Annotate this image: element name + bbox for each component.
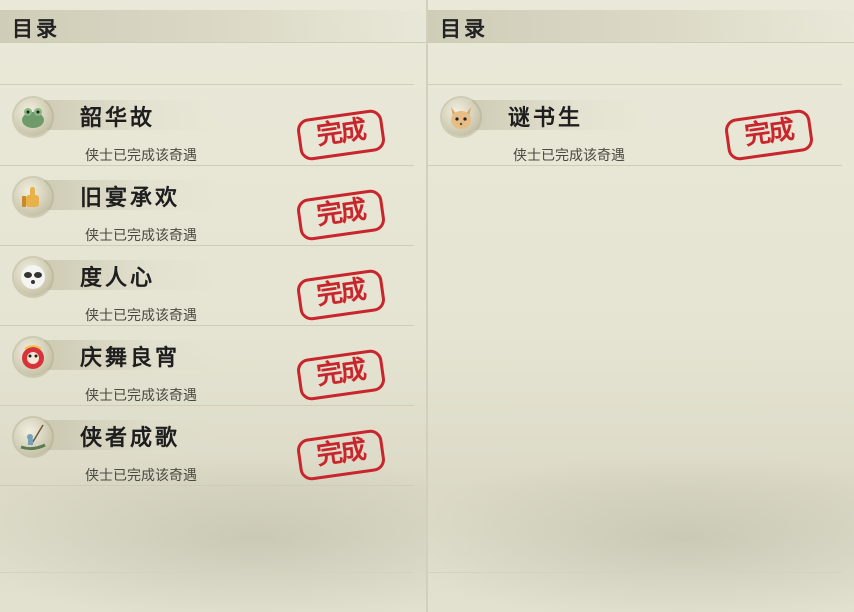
adventure-name: 韶华故 [80,105,156,131]
adventure-name: 度人心 [80,265,156,291]
fishing-hermit-icon [14,418,52,456]
thumbs-up-icon [14,178,52,216]
adventure-status: 侠士已完成该奇遇 [85,228,197,244]
page-header: 目录 [0,10,426,43]
adventure-entry-qingwuliangxiao[interactable]: 庆舞良宵 侠士已完成该奇遇 完成 [0,326,414,406]
left-page: 目录 韶华故 侠士已完成该奇遇 完成 旧宴承欢 侠士已完成该奇遇 完成 度人心 … [0,0,426,612]
adventure-entry-mishusheng[interactable]: 谜书生 侠士已完成该奇遇 完成 [428,86,842,166]
divider [0,572,414,573]
right-page: 目录 谜书生 侠士已完成该奇遇 完成 [428,0,854,612]
completed-stamp: 完成 [295,268,387,322]
completed-stamp: 完成 [295,188,387,242]
jade-frog-icon [14,98,52,136]
page-title: 目录 [12,16,60,41]
adventure-status: 侠士已完成该奇遇 [85,388,197,404]
adventure-status: 侠士已完成该奇遇 [85,468,197,484]
adventure-name: 谜书生 [508,105,584,131]
adventure-status: 侠士已完成该奇遇 [85,148,197,164]
adventure-entry-xiazhechengge[interactable]: 侠者成歌 侠士已完成该奇遇 完成 [0,406,414,486]
adventure-status: 侠士已完成该奇遇 [513,148,625,164]
divider [428,572,842,573]
completed-stamp: 完成 [295,348,387,402]
fox-icon [442,98,480,136]
lion-dance-icon [14,338,52,376]
adventure-entry-durenxin[interactable]: 度人心 侠士已完成该奇遇 完成 [0,246,414,326]
divider [428,84,842,85]
entry-divider [0,485,414,486]
adventure-entry-jiuyanchenghuan[interactable]: 旧宴承欢 侠士已完成该奇遇 完成 [0,166,414,246]
adventure-entry-shaohuagu[interactable]: 韶华故 侠士已完成该奇遇 完成 [0,86,414,166]
panda-mask-icon [14,258,52,296]
adventure-name: 庆舞良宵 [80,345,181,371]
adventure-name: 旧宴承欢 [80,185,181,211]
completed-stamp: 完成 [295,108,387,162]
page-title: 目录 [440,16,488,41]
entry-divider [428,165,842,166]
completed-stamp: 完成 [723,108,815,162]
adventure-status: 侠士已完成该奇遇 [85,308,197,324]
page-header: 目录 [428,10,854,43]
completed-stamp: 完成 [295,428,387,482]
divider [0,84,414,85]
adventure-name: 侠者成歌 [80,425,181,451]
